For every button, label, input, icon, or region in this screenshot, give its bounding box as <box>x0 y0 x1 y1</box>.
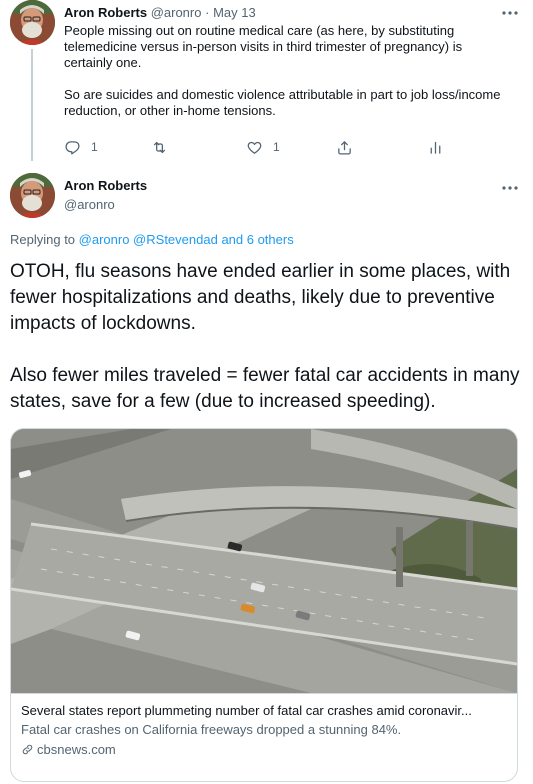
reply-tweet[interactable]: Aron Roberts @aronro Replying to @aronro… <box>0 170 533 784</box>
freeway-aerial-photo <box>11 429 517 693</box>
tweet-header: Aron Roberts @aronro · May 13 <box>64 5 256 20</box>
avatar-image <box>10 173 55 218</box>
tweet-date[interactable]: May 13 <box>213 5 256 20</box>
replying-to-prefix: Replying to <box>10 232 76 247</box>
reply-button[interactable]: 1 <box>64 137 98 157</box>
tweet-text: OTOH, flu seasons have ended earlier in … <box>10 259 525 415</box>
tweet-paragraph: Also fewer miles traveled = fewer fatal … <box>10 365 520 412</box>
reply-count: 1 <box>91 140 98 154</box>
tweet-paragraph: So are suicides and domestic violence at… <box>64 87 501 118</box>
card-body[interactable]: Several states report plummeting number … <box>11 693 517 781</box>
share-button[interactable] <box>336 137 353 157</box>
card-title[interactable]: Several states report plummeting number … <box>21 702 507 719</box>
replying-to-users[interactable]: @aronro @RStevendad <box>79 232 218 247</box>
card-domain-text: cbsnews.com <box>37 742 116 757</box>
replying-to-others[interactable]: and 6 others <box>221 232 293 247</box>
avatar[interactable] <box>10 0 55 45</box>
tweet-paragraph: OTOH, flu seasons have ended earlier in … <box>10 261 511 334</box>
author-name[interactable]: Aron Roberts <box>64 178 147 193</box>
author-handle[interactable]: @aronro <box>151 5 202 20</box>
analytics-button[interactable] <box>427 137 444 157</box>
avatar[interactable] <box>10 173 55 218</box>
like-button[interactable]: 1 <box>246 137 280 157</box>
card-image[interactable] <box>11 429 517 693</box>
analytics-icon <box>430 141 441 154</box>
like-count: 1 <box>273 140 280 154</box>
replying-to: Replying to @aronro @RStevendad and 6 ot… <box>10 232 294 248</box>
share-icon <box>338 140 351 155</box>
card-domain[interactable]: cbsnews.com <box>21 741 507 758</box>
tweet-text: People missing out on routine medical ca… <box>64 23 504 119</box>
card-description: Fatal car crashes on California freeways… <box>21 722 402 737</box>
header-separator: · <box>205 5 210 20</box>
author-name[interactable]: Aron Roberts <box>64 5 147 20</box>
more-horizontal-icon[interactable] <box>502 7 518 17</box>
link-preview-card[interactable]: Several states report plummeting number … <box>10 428 518 782</box>
author-handle[interactable]: @aronro <box>64 197 115 212</box>
retweet-button[interactable] <box>151 137 178 157</box>
parent-tweet[interactable]: Aron Roberts @aronro · May 13 People mis… <box>0 0 533 161</box>
more-horizontal-icon[interactable] <box>502 182 518 192</box>
retweet-icon <box>153 141 166 153</box>
link-icon <box>22 744 33 755</box>
tweet-paragraph: People missing out on routine medical ca… <box>64 23 463 70</box>
reply-icon <box>65 140 80 155</box>
heart-icon <box>247 141 262 154</box>
thread-connector-line <box>31 49 33 161</box>
tweet-actions: 1 1 <box>64 137 464 157</box>
avatar-image <box>10 0 55 45</box>
